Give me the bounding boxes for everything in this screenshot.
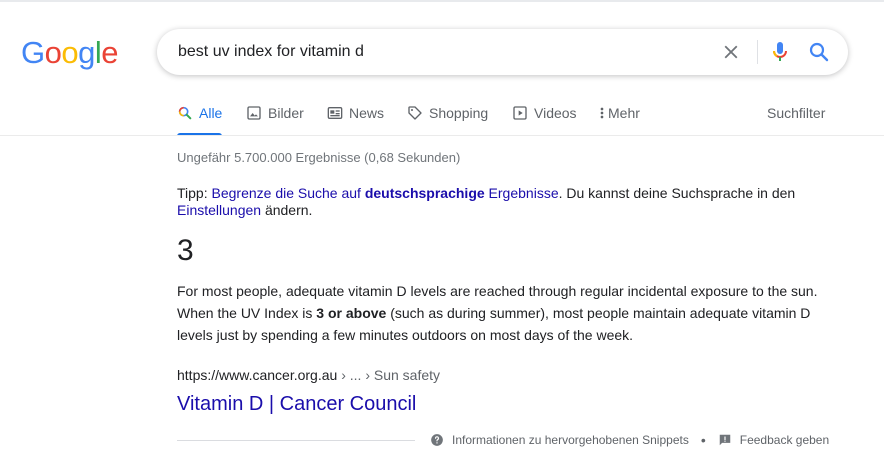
logo-letter: G (21, 35, 45, 70)
feedback-label: Feedback geben (739, 433, 830, 447)
tip-middle: . Du kannst deine Suchsprache in den (558, 185, 796, 201)
snippet-divider (177, 440, 415, 441)
logo-letter: g (78, 35, 95, 70)
search-icon[interactable] (807, 40, 831, 64)
close-icon[interactable] (720, 41, 742, 63)
search-divider (757, 40, 758, 64)
tab-images[interactable]: Bilder (246, 104, 304, 135)
tag-icon (407, 105, 423, 121)
help-circle-icon (430, 433, 444, 447)
tab-news[interactable]: News (327, 104, 384, 135)
result-breadcrumb: › ... › Sun safety (337, 367, 441, 383)
about-snippets-button[interactable]: Informationen zu hervorgehobenen Snippet… (430, 432, 689, 448)
logo-letter: o (44, 35, 62, 70)
play-icon (512, 105, 528, 121)
result-title-link[interactable]: Vitamin D | Cancer Council (177, 391, 416, 417)
result-domain: https://www.cancer.org.au (177, 367, 338, 383)
tip-suffix: ändern. (261, 202, 313, 218)
microphone-icon[interactable] (768, 40, 792, 64)
tab-label: Videos (534, 105, 577, 121)
logo-letter: e (101, 35, 119, 70)
settings-link[interactable]: Einstellungen (177, 202, 261, 218)
snippet-highlight: 3 or above (316, 305, 387, 321)
logo-letter: o (61, 35, 79, 70)
result-url[interactable]: https://www.cancer.org.au › ... › Sun sa… (177, 366, 440, 384)
news-icon (327, 105, 343, 121)
search-input[interactable]: best uv index for vitamin d (178, 42, 364, 62)
tip-prefix: Tipp: (177, 185, 212, 201)
restrict-language-link[interactable]: Begrenze die Suche auf deutschsprachige … (212, 185, 559, 201)
tip-link-part: Ergebnisse (484, 185, 559, 201)
tab-all[interactable]: Alle (177, 104, 223, 136)
tab-shopping[interactable]: Shopping (407, 104, 488, 135)
snippet-footer: Informationen zu hervorgehobenen Snippet… (430, 432, 829, 448)
about-snippets-label: Informationen zu hervorgehobenen Snippet… (452, 433, 689, 447)
google-logo[interactable]: Google (21, 35, 119, 70)
tab-videos[interactable]: Videos (512, 104, 577, 135)
featured-snippet-text: For most people, adequate vitamin D leve… (177, 280, 827, 346)
footer-separator: • (700, 432, 706, 448)
tab-label: Mehr (608, 105, 640, 121)
feedback-button[interactable]: Feedback geben (718, 432, 829, 448)
tab-label: Bilder (268, 105, 304, 121)
search-box[interactable]: best uv index for vitamin d (157, 29, 848, 75)
featured-answer: 3 (177, 234, 194, 267)
tab-more[interactable]: Mehr (598, 104, 640, 135)
result-stats: Ungefähr 5.700.000 Ergebnisse (0,68 Seku… (177, 150, 461, 165)
search-tools-button[interactable]: Suchfilter (767, 104, 825, 122)
tab-label: Alle (199, 105, 223, 121)
more-vert-icon (598, 105, 606, 121)
tab-label: News (349, 105, 385, 121)
feedback-icon (718, 433, 732, 447)
search-icon (177, 105, 193, 121)
tip-link-bold: deutschsprachige (364, 185, 485, 201)
tabs-divider (0, 135, 884, 136)
tip-link-part: Begrenze die Suche auf (211, 185, 365, 201)
tab-label: Shopping (429, 105, 489, 121)
image-icon (246, 105, 262, 121)
language-tip: Tipp: Begrenze die Suche auf deutschspra… (177, 185, 817, 219)
top-border (0, 0, 884, 2)
